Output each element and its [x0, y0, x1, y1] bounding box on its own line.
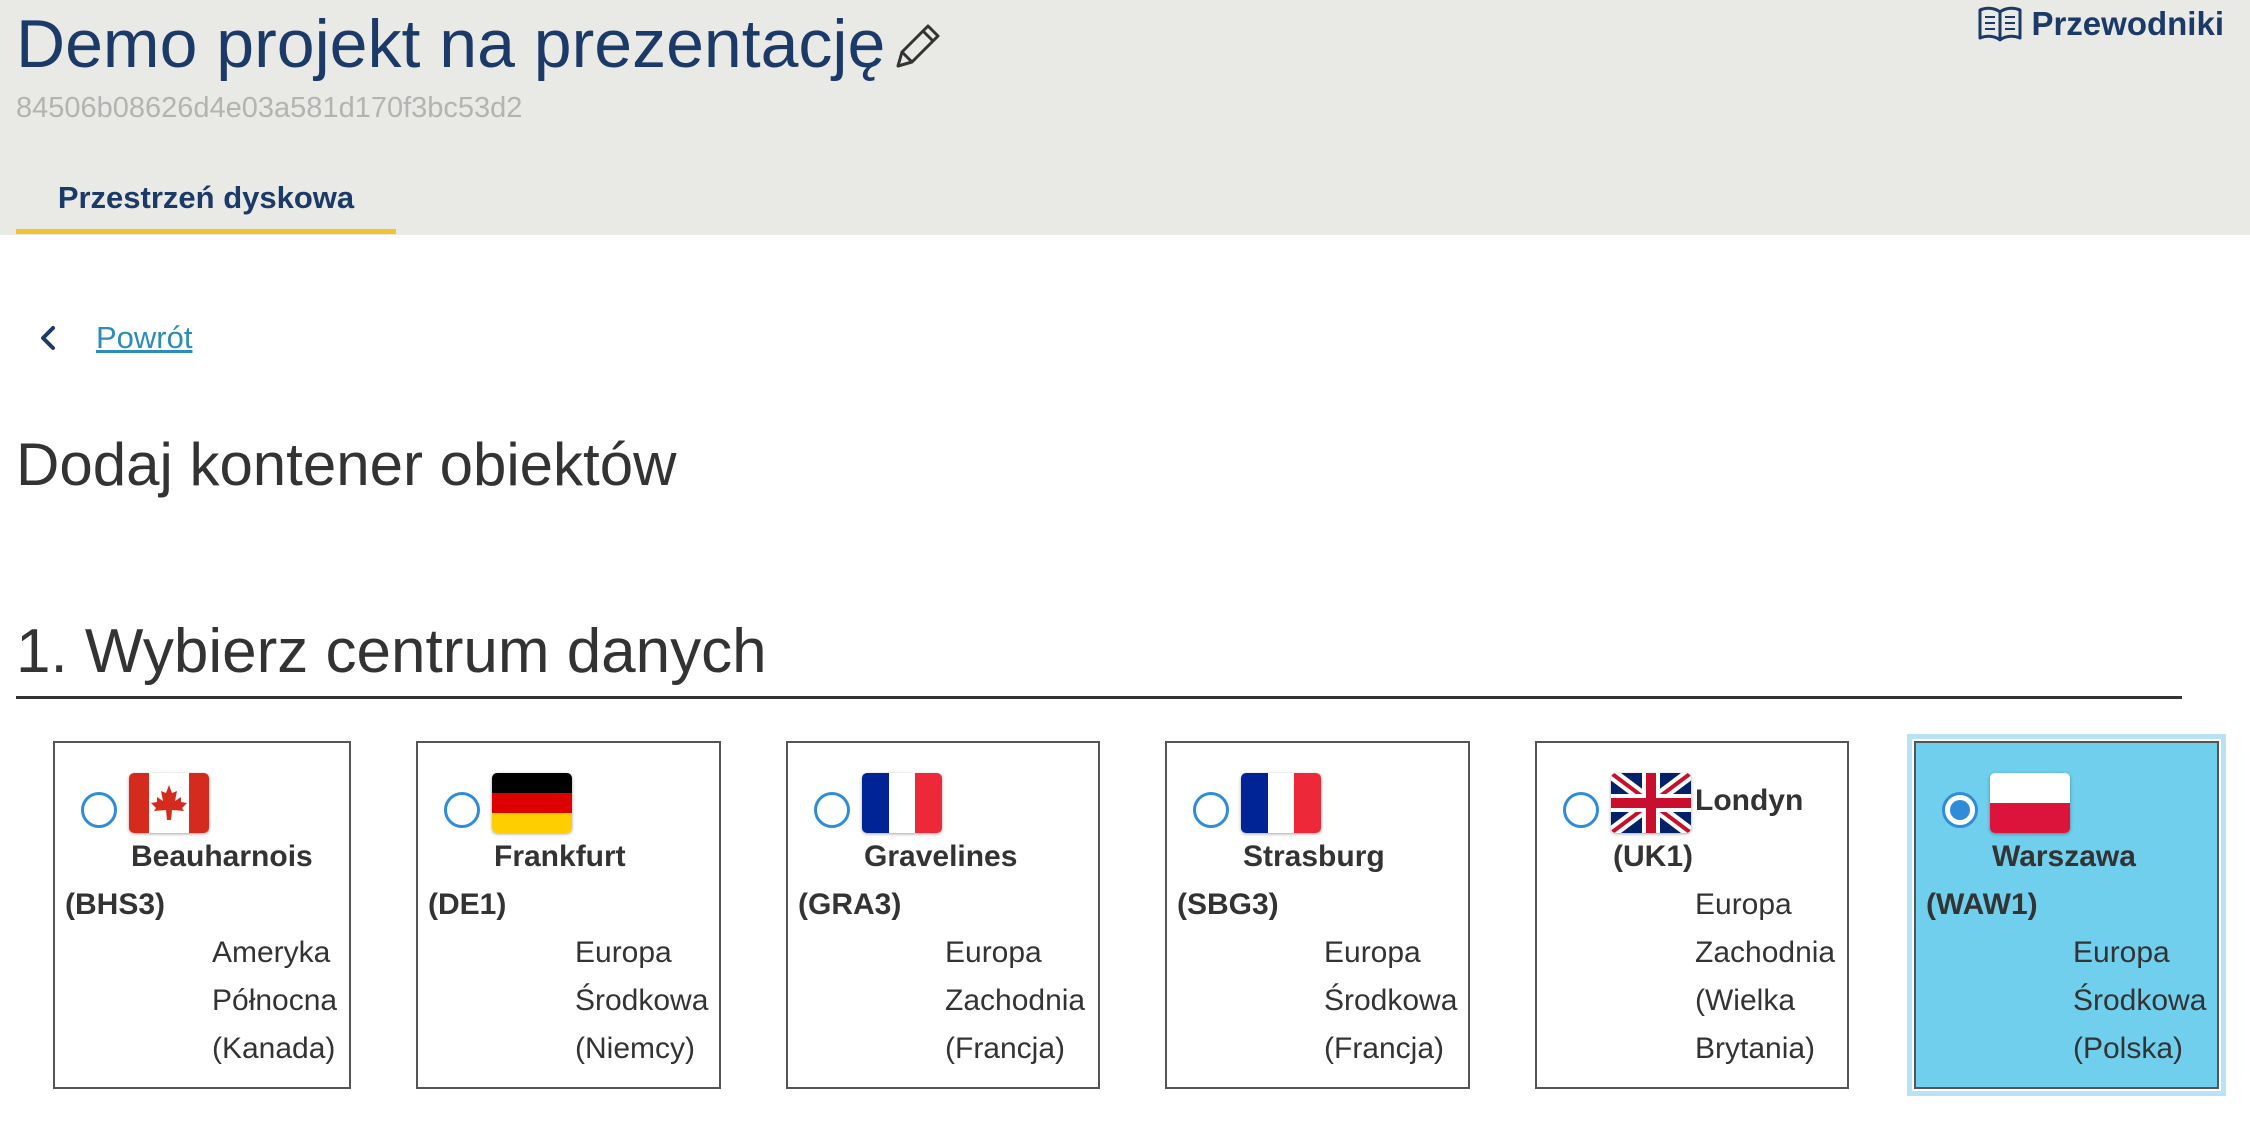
datacenter-code: (WAW1) — [1926, 888, 2038, 921]
poland-flag-icon — [1990, 773, 2070, 833]
datacenter-region-line: Środkowa — [575, 984, 709, 1017]
datacenter-region-line: Środkowa — [1324, 984, 1458, 1017]
datacenter-region-line: Zachodnia — [1695, 936, 1836, 969]
datacenter-region-line: (Polska) — [2073, 1032, 2184, 1065]
datacenter-code: (GRA3) — [798, 888, 902, 921]
chevron-left-icon — [41, 326, 55, 350]
datacenter-radio[interactable] — [1193, 792, 1229, 828]
datacenter-region-line: Europa — [575, 936, 672, 969]
datacenter-region-line: Europa — [1324, 936, 1421, 969]
datacenter-card-waw1[interactable]: Warszawa (WAW1) Europa Środkowa (Polska) — [1907, 734, 2226, 1096]
datacenter-card-uk1[interactable]: Londyn (UK1) Europa Zachodnia (Wielka Br… — [1535, 741, 1849, 1089]
datacenter-card-gra3[interactable]: Gravelines (GRA3) Europa Zachodnia (Fran… — [786, 741, 1100, 1089]
datacenter-code: (UK1) — [1613, 840, 1693, 873]
datacenter-region-line: (Kanada) — [212, 1032, 336, 1065]
datacenter-code: (SBG3) — [1177, 888, 1279, 921]
datacenter-card-bhs3[interactable]: Beauharnois (BHS3) Ameryka Północna (Kan… — [53, 741, 351, 1089]
datacenter-code: (BHS3) — [65, 888, 166, 921]
datacenter-region-line: (Wielka — [1695, 984, 1796, 1017]
germany-flag-icon — [492, 773, 572, 833]
datacenter-radio[interactable] — [814, 792, 850, 828]
datacenter-name: Beauharnois — [131, 840, 313, 873]
datacenter-radio[interactable] — [81, 792, 117, 828]
uk-flag-icon — [1611, 773, 1691, 833]
datacenter-region-line: Europa — [945, 936, 1042, 969]
datacenter-region-line: (Francja) — [945, 1032, 1066, 1065]
datacenter-card-de1[interactable]: Frankfurt (DE1) Europa Środkowa (Niemcy) — [416, 741, 721, 1089]
datacenter-radio-checked[interactable] — [1942, 792, 1978, 828]
france-flag-icon — [1241, 773, 1321, 833]
datacenter-name: Frankfurt — [494, 840, 626, 873]
france-flag-icon — [862, 773, 942, 833]
datacenter-radio[interactable] — [1563, 792, 1599, 828]
tab-label: Przestrzeń dyskowa — [57, 180, 355, 215]
project-title: Demo projekt na prezentację — [16, 6, 886, 82]
guides-label: Przewodniki — [2031, 5, 2224, 42]
guides-link[interactable]: Przewodniki — [1977, 4, 2224, 44]
datacenter-region-line: Ameryka — [212, 936, 331, 969]
back-label: Powrót — [96, 320, 193, 355]
back-link[interactable]: Powrót — [38, 320, 192, 356]
datacenter-name: Strasburg — [1243, 840, 1385, 873]
datacenter-region-line: Europa — [2073, 936, 2170, 969]
datacenter-region-line: (Francja) — [1324, 1032, 1445, 1065]
page-title: Dodaj kontener obiektów — [16, 431, 677, 498]
datacenter-region-line: Brytania) — [1695, 1032, 1816, 1065]
datacenter-region-line: Zachodnia — [945, 984, 1086, 1017]
pencil-icon[interactable] — [890, 18, 946, 74]
canada-flag-icon — [129, 773, 209, 833]
datacenter-region-line: Europa — [1695, 888, 1792, 921]
datacenter-region-line: Północna — [212, 984, 338, 1017]
project-header: Demo projekt na prezentację 84506b08626d… — [0, 0, 2250, 235]
section-title: 1. Wybierz centrum danych — [16, 612, 2182, 699]
project-id: 84506b08626d4e03a581d170f3bc53d2 — [16, 92, 523, 124]
datacenter-name: Londyn — [1695, 784, 1804, 817]
tab-storage[interactable]: Przestrzeń dyskowa — [16, 172, 396, 234]
datacenter-code: (DE1) — [428, 888, 507, 921]
datacenter-card-sbg3[interactable]: Strasburg (SBG3) Europa Środkowa (Francj… — [1165, 741, 1470, 1089]
book-icon — [1978, 6, 2022, 42]
datacenter-radio[interactable] — [444, 792, 480, 828]
datacenter-name: Gravelines — [864, 840, 1018, 873]
datacenter-name: Warszawa — [1992, 840, 2136, 873]
datacenter-region-line: (Niemcy) — [575, 1032, 695, 1065]
datacenter-region-line: Środkowa — [2073, 984, 2207, 1017]
